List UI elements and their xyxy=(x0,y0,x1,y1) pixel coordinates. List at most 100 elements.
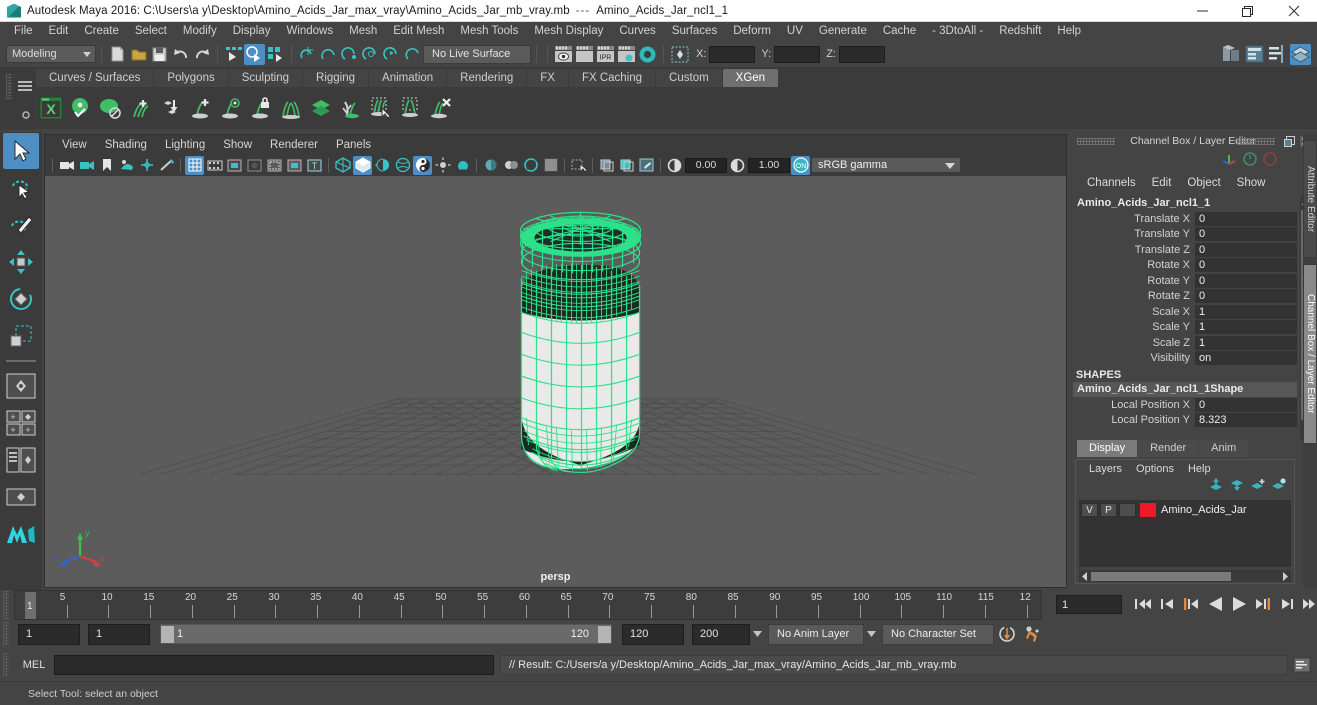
menu-windows[interactable]: Windows xyxy=(278,22,341,41)
toggle-attribute-editor-icon[interactable] xyxy=(1244,44,1265,65)
channel-value[interactable]: 0 xyxy=(1195,289,1297,304)
command-language-label[interactable]: MEL xyxy=(14,659,54,671)
toggle-tool-settings-icon[interactable] xyxy=(1267,44,1288,65)
xgen-mirror-guides-icon[interactable] xyxy=(276,92,306,124)
script-editor-icon[interactable] xyxy=(1291,655,1313,675)
layer-type-toggle[interactable] xyxy=(1119,503,1136,517)
xgen-window-icon[interactable]: X xyxy=(36,92,66,124)
select-camera-icon[interactable] xyxy=(57,156,76,175)
command-input[interactable] xyxy=(54,655,494,675)
viewport-menu-view[interactable]: View xyxy=(53,139,96,151)
channel-value[interactable]: 0 xyxy=(1195,211,1297,226)
scrollbar-thumb[interactable] xyxy=(1091,571,1231,581)
new-layer-from-selected-icon[interactable] xyxy=(1271,478,1286,494)
select-by-object-type-icon[interactable] xyxy=(244,43,265,65)
xgen-preview-icon[interactable] xyxy=(66,92,96,124)
xray-joints-icon[interactable] xyxy=(617,156,636,175)
layer-menu-options[interactable]: Options xyxy=(1129,463,1181,475)
xgen-guide-visibility-icon[interactable] xyxy=(216,92,246,124)
shelf-tab-rigging[interactable]: Rigging xyxy=(303,69,369,87)
channel-row-rotate-z[interactable]: Rotate Z 0 xyxy=(1073,289,1297,305)
shelf-tab-fx[interactable]: FX xyxy=(527,69,568,87)
layer-row[interactable]: V P Amino_Acids_Jar xyxy=(1081,502,1289,518)
rangeslider-drag-handle[interactable] xyxy=(3,622,9,646)
animation-end-time-field[interactable]: 200 xyxy=(692,623,750,645)
xgen-select-guides-icon[interactable] xyxy=(366,92,396,124)
play-forwards-icon[interactable] xyxy=(1228,593,1250,615)
render-settings-icon[interactable] xyxy=(616,44,637,65)
channel-row-translate-x[interactable]: Translate X 0 xyxy=(1073,211,1297,227)
screen-space-ao-icon[interactable] xyxy=(453,156,472,175)
channel-value[interactable]: 1 xyxy=(1195,304,1297,319)
shelf-tab-rendering[interactable]: Rendering xyxy=(447,69,527,87)
viewport-3d-canvas[interactable]: y x z persp xyxy=(45,176,1066,587)
scroll-right-icon[interactable] xyxy=(1279,571,1291,581)
layout-persp-hypershade-button[interactable] xyxy=(3,479,39,515)
character-set-selector[interactable]: No Character Set xyxy=(882,623,994,645)
channel-box-menu-object[interactable]: Object xyxy=(1179,177,1228,189)
xgen-add-guide-icon[interactable] xyxy=(186,92,216,124)
channel-value[interactable]: 0 xyxy=(1195,258,1297,273)
scale-tool-button[interactable] xyxy=(3,318,39,354)
xgen-region-icon[interactable] xyxy=(396,92,426,124)
menu-select[interactable]: Select xyxy=(127,22,175,41)
layout-outliner-persp-button[interactable] xyxy=(3,442,39,478)
viewport-menu-lighting[interactable]: Lighting xyxy=(156,139,214,151)
menu-mesh-tools[interactable]: Mesh Tools xyxy=(452,22,526,41)
new-scene-icon[interactable] xyxy=(107,44,128,65)
channel-box-key-icon[interactable] xyxy=(1263,152,1277,169)
viewport-menu-show[interactable]: Show xyxy=(214,139,261,151)
x-input[interactable] xyxy=(709,45,756,63)
field-chart-icon[interactable] xyxy=(245,156,264,175)
safe-title-icon[interactable] xyxy=(285,156,304,175)
playback-start-time-field[interactable]: 1 xyxy=(88,623,150,645)
anti-alias-icon[interactable] xyxy=(521,156,540,175)
color-management-toggle-icon[interactable]: ON xyxy=(791,155,810,175)
channel-row-translate-z[interactable]: Translate Z 0 xyxy=(1073,242,1297,258)
shelf-tab-curves-surfaces[interactable]: Curves / Surfaces xyxy=(36,69,154,87)
menu-edit[interactable]: Edit xyxy=(41,22,77,41)
y-input[interactable] xyxy=(774,45,821,63)
undock-panel-icon[interactable] xyxy=(1283,135,1295,147)
text-overlay-icon[interactable]: T xyxy=(305,156,324,175)
menu-file[interactable]: File xyxy=(6,22,41,41)
select-by-component-type-icon[interactable] xyxy=(265,44,286,65)
layer-list[interactable]: V P Amino_Acids_Jar xyxy=(1079,500,1291,567)
viewport-menu-shading[interactable]: Shading xyxy=(96,139,156,151)
animation-start-time-field[interactable]: 1 xyxy=(18,623,80,645)
move-layer-up-icon[interactable] xyxy=(1208,478,1223,494)
camera-attributes-icon[interactable] xyxy=(77,156,96,175)
xgen-no-preview-icon[interactable] xyxy=(96,92,126,124)
range-end-handle[interactable] xyxy=(598,625,611,643)
shelf-tab-animation[interactable]: Animation xyxy=(369,69,447,87)
dock-tab-channel-box[interactable]: Channel Box / Layer Editor xyxy=(1303,264,1317,444)
toggle-modeling-toolkit-icon[interactable] xyxy=(1221,44,1242,65)
xgen-add-description-icon[interactable] xyxy=(126,92,156,124)
xgen-delete-guide-icon[interactable] xyxy=(426,92,456,124)
animation-preferences-icon[interactable] xyxy=(1020,625,1046,643)
use-all-lights-icon[interactable] xyxy=(413,155,432,175)
play-backwards-icon[interactable] xyxy=(1204,593,1226,615)
redo-previous-render-icon[interactable] xyxy=(574,44,595,65)
smooth-shade-all-icon[interactable] xyxy=(353,155,372,175)
shadows-icon[interactable] xyxy=(433,156,452,175)
shelf-tab-custom[interactable]: Custom xyxy=(656,69,722,87)
channel-value[interactable]: 0 xyxy=(1195,227,1297,242)
menu-generate[interactable]: Generate xyxy=(811,22,875,41)
channel-value[interactable]: on xyxy=(1195,351,1297,366)
move-layer-down-icon[interactable] xyxy=(1229,478,1244,494)
rotate-tool-button[interactable] xyxy=(3,281,39,317)
layer-tab-render[interactable]: Render xyxy=(1138,440,1199,457)
menu-edit-mesh[interactable]: Edit Mesh xyxy=(385,22,452,41)
film-gate-icon[interactable] xyxy=(205,156,224,175)
channel-value[interactable]: 0 xyxy=(1195,273,1297,288)
shaded-wireframe-icon[interactable] xyxy=(373,156,392,175)
motion-blur-icon[interactable] xyxy=(481,156,500,175)
make-live-icon[interactable] xyxy=(402,44,423,65)
channel-value[interactable]: 0 xyxy=(1195,397,1297,412)
undo-icon[interactable] xyxy=(170,44,191,65)
layout-single-perspective-button[interactable] xyxy=(3,368,39,404)
layer-tab-display[interactable]: Display xyxy=(1077,440,1138,457)
xray-icon[interactable] xyxy=(597,156,616,175)
viewport-color-swatch-icon[interactable] xyxy=(541,156,560,175)
